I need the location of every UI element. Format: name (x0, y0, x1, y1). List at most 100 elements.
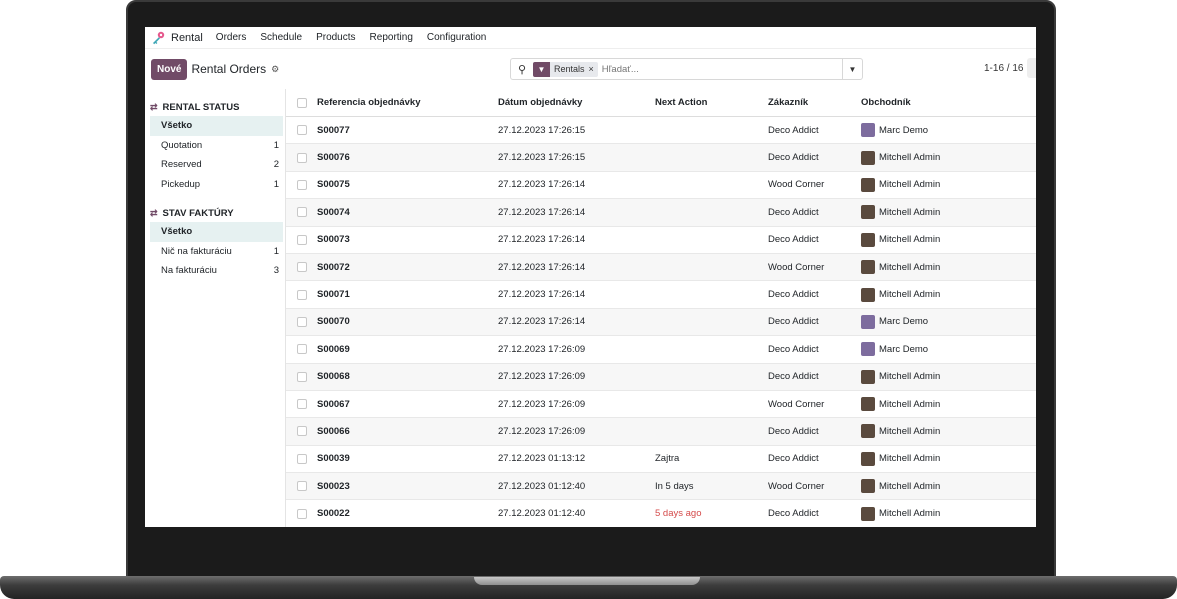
row-checkbox[interactable] (297, 179, 307, 190)
customer-name: Deco Addict (768, 425, 819, 437)
customer-name: Wood Corner (768, 261, 825, 273)
pager-value[interactable]: 1-16 / 16 (984, 63, 1023, 74)
row-checkbox[interactable] (297, 207, 307, 218)
filter-all-status[interactable]: Všetko (150, 116, 283, 136)
table-header: Referencia objednávky Dátum objednávky N… (286, 89, 1036, 117)
order-reference: S00071 (317, 289, 350, 301)
rental-app-icon[interactable] (151, 31, 165, 45)
table-row[interactable]: S00076 27.12.2023 17:26:15 Deco Addict Mitc… (286, 144, 1036, 172)
salesperson-name: Mitchell Admin (879, 453, 941, 465)
table-row[interactable]: S00073 27.12.2023 17:26:14 Deco Addict Mitc… (286, 227, 1036, 254)
search-icon[interactable]: ⚲ (511, 63, 533, 76)
search-input[interactable] (601, 63, 842, 75)
menu-configuration[interactable]: Configuration (427, 32, 486, 43)
next-action: 5 days ago (655, 508, 702, 520)
avatar (861, 150, 875, 165)
menu-schedule[interactable]: Schedule (260, 32, 302, 43)
avatar (861, 205, 875, 220)
table-row[interactable]: S00070 27.12.2023 17:26:14 Deco Addict Marc… (286, 308, 1036, 337)
laptop-notch (474, 577, 700, 585)
row-checkbox[interactable] (297, 344, 307, 355)
order-reference: S00039 (317, 453, 350, 465)
next-action: Zajtra (655, 453, 680, 465)
column-header-reference[interactable]: Referencia objednávky (317, 97, 498, 108)
salesperson-name: Mitchell Admin (879, 206, 941, 218)
row-checkbox[interactable] (297, 262, 307, 273)
avatar (861, 232, 875, 247)
row-checkbox[interactable] (297, 371, 307, 382)
table-row[interactable]: S00022 27.12.2023 01:12:40 5 days ago Deco … (286, 500, 1036, 527)
row-checkbox[interactable] (297, 152, 307, 163)
row-checkbox[interactable] (297, 508, 307, 519)
row-checkbox[interactable] (297, 234, 307, 245)
filter-count: 2 (273, 159, 279, 171)
filter-reserved[interactable]: Reserved 2 (150, 155, 285, 175)
row-checkbox[interactable] (297, 481, 307, 492)
filter-count: 3 (273, 265, 279, 277)
filter-to-invoice[interactable]: Na fakturáciu 3 (150, 261, 285, 281)
salesperson: Mitchell Admin (861, 369, 940, 384)
order-date: 27.12.2023 17:26:09 (498, 425, 586, 437)
column-header-next-action[interactable]: Next Action (655, 97, 768, 108)
row-checkbox[interactable] (297, 453, 307, 464)
select-all-checkbox[interactable] (297, 97, 307, 108)
row-checkbox[interactable] (297, 125, 307, 136)
order-date: 27.12.2023 17:26:14 (498, 289, 586, 301)
order-reference: S00068 (317, 371, 350, 383)
customer-name: Wood Corner (768, 398, 825, 410)
row-checkbox[interactable] (297, 316, 307, 327)
column-header-customer[interactable]: Zákazník (768, 97, 861, 108)
order-reference: S00070 (317, 316, 350, 328)
filter-quotation[interactable]: Quotation 1 (150, 136, 285, 156)
menu-products[interactable]: Products (316, 32, 355, 43)
table-row[interactable]: S00039 27.12.2023 01:13:12 Zajtra Deco Addi… (286, 446, 1036, 474)
app-brand[interactable]: Rental (171, 32, 203, 44)
table-row[interactable]: S00075 27.12.2023 17:26:14 Wood Corner Mitc… (286, 172, 1036, 200)
table-row[interactable]: S00072 27.12.2023 17:26:14 Wood Corner Mitc… (286, 253, 1036, 282)
salesperson: Mitchell Admin (861, 479, 940, 494)
table-row[interactable]: S00074 27.12.2023 17:26:14 Deco Addict Mitc… (286, 199, 1036, 227)
facet-text: Rentals (554, 64, 585, 74)
filter-pickedup[interactable]: Pickedup 1 (150, 175, 285, 195)
menu-reporting[interactable]: Reporting (370, 32, 413, 43)
new-button[interactable]: Nové (151, 58, 188, 80)
order-reference: S00074 (317, 206, 350, 218)
pager-previous-button[interactable] (1027, 58, 1036, 78)
customer-name: Deco Addict (768, 316, 819, 328)
facet-remove-icon[interactable]: × (589, 64, 594, 74)
filter-all-invoice[interactable]: Všetko (150, 222, 283, 242)
salesperson: Marc Demo (861, 314, 928, 329)
salesperson-name: Mitchell Admin (879, 179, 941, 191)
row-checkbox[interactable] (297, 399, 307, 410)
table-row[interactable]: S00066 27.12.2023 17:26:09 Deco Addict Mitc… (286, 418, 1036, 446)
table-row[interactable]: S00069 27.12.2023 17:26:09 Deco Addict Marc… (286, 336, 1036, 364)
next-action: In 5 days (655, 480, 694, 492)
salesperson-name: Mitchell Admin (879, 398, 941, 410)
column-header-salesperson[interactable]: Obchodník (861, 97, 911, 108)
search-options-toggle[interactable]: ▼ (842, 59, 862, 79)
table-row[interactable]: S00077 27.12.2023 17:26:15 Deco Addict Marc… (286, 117, 1036, 145)
column-header-date[interactable]: Dátum objednávky (498, 97, 655, 108)
order-reference: S00076 (317, 152, 350, 164)
orders-table: Referencia objednávky Dátum objednávky N… (286, 89, 1036, 527)
table-row[interactable]: S00023 27.12.2023 01:12:40 In 5 days Wood C… (286, 473, 1036, 501)
avatar (861, 479, 875, 494)
laptop-frame: Rental Orders Schedule Products Reportin… (0, 0, 1177, 599)
filter-label: Všetko (161, 226, 193, 238)
salesperson-name: Mitchell Admin (879, 289, 941, 301)
customer-name: Deco Addict (768, 371, 819, 383)
menu-orders[interactable]: Orders (216, 32, 247, 43)
salesperson: Mitchell Admin (861, 287, 941, 302)
customer-name: Deco Addict (768, 234, 819, 246)
avatar (861, 369, 875, 384)
customer-name: Deco Addict (768, 508, 819, 520)
table-row[interactable]: S00071 27.12.2023 17:26:14 Deco Addict Mitc… (286, 281, 1036, 309)
row-checkbox[interactable] (297, 289, 307, 300)
page-title: Rental Orders (191, 62, 267, 76)
row-checkbox[interactable] (297, 426, 307, 437)
filter-nothing-to-invoice[interactable]: Nič na fakturáciu 1 (150, 242, 285, 262)
table-row[interactable]: S00068 27.12.2023 17:26:09 Deco Addict Mitc… (286, 363, 1036, 391)
table-row[interactable]: S00067 27.12.2023 17:26:09 Wood Corner Mitc… (286, 391, 1036, 419)
salesperson-name: Mitchell Admin (879, 425, 941, 437)
gear-icon[interactable]: ⚙ (271, 64, 279, 75)
